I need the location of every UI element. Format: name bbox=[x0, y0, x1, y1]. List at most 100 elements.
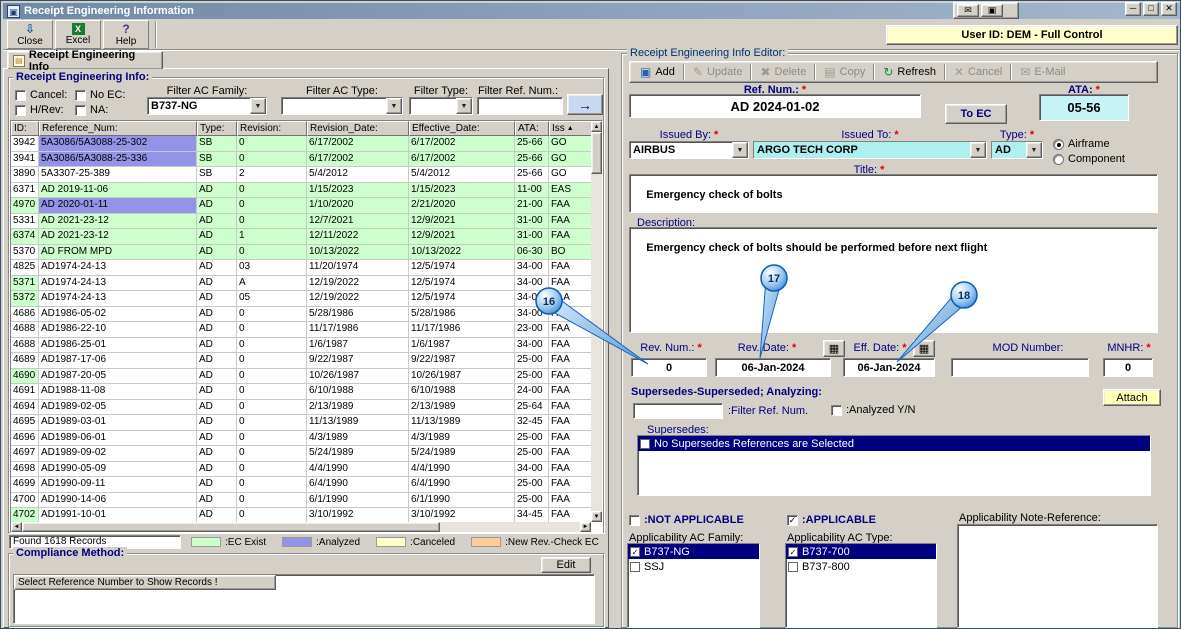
grid-cell[interactable]: AD bbox=[197, 183, 237, 199]
filter-type-select[interactable]: ▼ bbox=[409, 97, 473, 115]
grid-cell[interactable]: 5371 bbox=[11, 276, 39, 292]
grid-cell[interactable]: AD bbox=[197, 415, 237, 431]
grid-cell[interactable]: 0 bbox=[237, 400, 307, 416]
grid-cell[interactable]: 25-66 bbox=[515, 167, 549, 183]
grid-cell[interactable]: FAA bbox=[549, 353, 591, 369]
grid-cell[interactable]: 0 bbox=[237, 462, 307, 478]
edit-button[interactable]: Edit bbox=[541, 557, 591, 573]
grid-cell[interactable]: 4/4/1990 bbox=[409, 462, 515, 478]
grid-cell[interactable]: 11/20/1974 bbox=[307, 260, 409, 276]
grid-cell[interactable]: 4/4/1990 bbox=[307, 462, 409, 478]
scroll-up-icon[interactable]: ▲ bbox=[591, 121, 602, 132]
grid-cell[interactable]: FAA bbox=[549, 214, 591, 230]
grid-cell[interactable]: AD1986-25-01 bbox=[39, 338, 197, 354]
cancel-button[interactable]: ✕Cancel bbox=[947, 63, 1009, 81]
grid-cell[interactable]: FAA bbox=[549, 477, 591, 493]
grid-col-header[interactable]: Effective_Date: bbox=[409, 121, 515, 136]
scroll-left-icon[interactable]: ◄ bbox=[11, 522, 22, 532]
grid-cell[interactable]: FAA bbox=[549, 431, 591, 447]
chevron-down-icon[interactable]: ▼ bbox=[386, 98, 402, 114]
tab-receipt-engineering-info[interactable]: ▤ Receipt Engineering Info bbox=[7, 51, 163, 69]
grid-cell[interactable]: FAA bbox=[549, 260, 591, 276]
grid-cell[interactable]: FAA bbox=[549, 307, 591, 323]
grid-cell[interactable]: 6/4/1990 bbox=[307, 477, 409, 493]
grid-cell[interactable]: AD bbox=[197, 260, 237, 276]
grid-cell[interactable]: 11/17/1986 bbox=[307, 322, 409, 338]
grid-cell[interactable]: 12/19/2022 bbox=[307, 276, 409, 292]
grid-cell[interactable]: 6/17/2002 bbox=[409, 136, 515, 152]
table-row[interactable]: 5371AD1974-24-13ADA12/19/202212/5/197434… bbox=[11, 276, 591, 292]
grid-cell[interactable]: AD1987-17-06 bbox=[39, 353, 197, 369]
grid-cell[interactable]: 0 bbox=[237, 307, 307, 323]
rev-date-field[interactable]: 06-Jan-2024 bbox=[715, 358, 831, 377]
grid-cell[interactable]: 0 bbox=[237, 245, 307, 261]
checkbox[interactable] bbox=[15, 105, 26, 116]
grid-cell[interactable]: 6/17/2002 bbox=[307, 136, 409, 152]
analyzed-yn-checkbox[interactable]: :Analyzed Y/N bbox=[831, 404, 916, 416]
grid-cell[interactable]: AD FROM MPD bbox=[39, 245, 197, 261]
grid-cell[interactable]: AD bbox=[197, 276, 237, 292]
grid-cell[interactable]: 25-00 bbox=[515, 431, 549, 447]
grid-cell[interactable]: 5331 bbox=[11, 214, 39, 230]
grid-cell[interactable]: 6/4/1990 bbox=[409, 477, 515, 493]
grid-cell[interactable]: 11-00 bbox=[515, 183, 549, 199]
grid-cell[interactable]: AD1988-11-08 bbox=[39, 384, 197, 400]
grid-cell[interactable]: 5/28/1986 bbox=[307, 307, 409, 323]
grid-cell[interactable]: 12/5/1974 bbox=[409, 260, 515, 276]
grid-cell[interactable]: 4700 bbox=[11, 493, 39, 509]
refresh-button[interactable]: ↻Refresh bbox=[876, 63, 943, 81]
grid-cell[interactable]: GO bbox=[549, 136, 591, 152]
grid-cell[interactable]: 3/10/1992 bbox=[307, 508, 409, 522]
grid-cell[interactable]: 0 bbox=[237, 136, 307, 152]
ac-family-list[interactable]: ✓B737-NGSSJ bbox=[627, 543, 760, 628]
grid-cell[interactable]: FAA bbox=[549, 415, 591, 431]
grid-horizontal-scrollbar[interactable]: ◄ ► bbox=[11, 522, 591, 532]
table-row[interactable]: 4694AD1989-02-05AD02/13/19892/13/198925-… bbox=[11, 400, 591, 416]
grid-cell[interactable]: 4825 bbox=[11, 260, 39, 276]
ref-num-field[interactable]: AD 2024-01-02 bbox=[629, 94, 921, 118]
table-row[interactable]: 5370AD FROM MPDAD010/13/202210/13/202206… bbox=[11, 245, 591, 261]
grid-cell[interactable]: SB bbox=[197, 167, 237, 183]
grid-cell[interactable]: 2 bbox=[237, 167, 307, 183]
supersedes-filter-input[interactable] bbox=[633, 403, 723, 419]
grid-cell[interactable]: AD bbox=[197, 229, 237, 245]
grid-col-header[interactable]: ID: bbox=[11, 121, 39, 136]
grid-cell[interactable]: 6/1/1990 bbox=[307, 493, 409, 509]
list-item[interactable]: B737-800 bbox=[786, 559, 936, 574]
supersedes-list[interactable]: No Supersedes References are Selected bbox=[637, 435, 1151, 496]
grid-cell[interactable]: AD bbox=[197, 493, 237, 509]
grid-cell[interactable]: AD 2019-11-06 bbox=[39, 183, 197, 199]
grid-cell[interactable]: 2/13/1989 bbox=[409, 400, 515, 416]
checkbox[interactable] bbox=[15, 90, 26, 101]
grid-cell[interactable]: 06-30 bbox=[515, 245, 549, 261]
grid-cell[interactable]: 4688 bbox=[11, 322, 39, 338]
vertical-scrollbar-thumb[interactable] bbox=[591, 132, 602, 174]
grid-cell[interactable]: 23-00 bbox=[515, 322, 549, 338]
grid-col-header[interactable]: Revision_Date: bbox=[307, 121, 409, 136]
horizontal-scrollbar-thumb[interactable] bbox=[22, 522, 440, 532]
grid-cell[interactable]: 5/28/1986 bbox=[409, 307, 515, 323]
scroll-right-icon[interactable]: ► bbox=[580, 522, 591, 532]
grid-cell[interactable]: 12/7/2021 bbox=[307, 214, 409, 230]
close-window-button[interactable]: ✕ bbox=[1161, 2, 1177, 16]
grid-cell[interactable]: AD bbox=[197, 508, 237, 522]
grid-cell[interactable]: 5/24/1989 bbox=[409, 446, 515, 462]
filter-ref-num-input[interactable] bbox=[477, 97, 563, 115]
grid-cell[interactable]: 1 bbox=[237, 229, 307, 245]
grid-cell[interactable]: AD bbox=[197, 400, 237, 416]
checkbox[interactable] bbox=[788, 562, 798, 572]
grid-cell[interactable]: FAA bbox=[549, 322, 591, 338]
grid-cell[interactable]: 0 bbox=[237, 322, 307, 338]
close-button[interactable]: ⇩ Close bbox=[7, 20, 53, 49]
table-row[interactable]: 6374AD 2021-23-12AD112/11/202212/9/20213… bbox=[11, 229, 591, 245]
eff-date-field[interactable]: 06-Jan-2024 bbox=[843, 358, 935, 377]
checkbox[interactable] bbox=[831, 405, 842, 416]
grid-cell[interactable]: 24-00 bbox=[515, 384, 549, 400]
grid-cell[interactable]: 3890 bbox=[11, 167, 39, 183]
grid-cell[interactable]: EAS bbox=[549, 183, 591, 199]
filter-ac-type-select[interactable]: ▼ bbox=[281, 97, 403, 115]
grid-cell[interactable]: 4688 bbox=[11, 338, 39, 354]
chevron-down-icon[interactable]: ▼ bbox=[732, 142, 748, 158]
grid-cell[interactable]: 0 bbox=[237, 415, 307, 431]
grid-cell[interactable]: 4702 bbox=[11, 508, 39, 522]
